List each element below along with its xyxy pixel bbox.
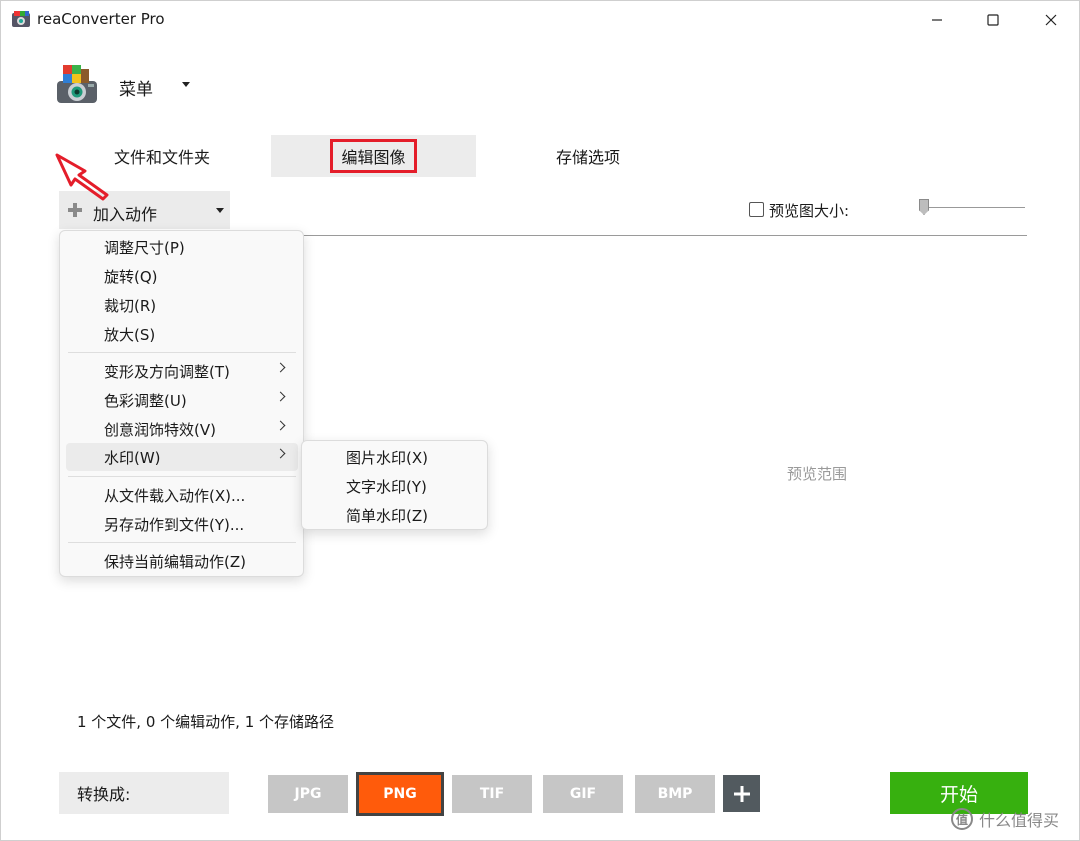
format-label: GIF xyxy=(569,786,597,802)
add-action-menu: 调整尺寸(P) 旋转(Q) 裁切(R) 放大(S) 变形及方向调整(T) 色彩调… xyxy=(59,230,304,577)
menu-item-label: 另存动作到文件(Y)... xyxy=(104,515,245,534)
menu-item-load-actions[interactable]: 从文件载入动作(X)... xyxy=(66,481,298,509)
watermark-logo-icon: 值 xyxy=(951,808,973,830)
menu-item-save-actions[interactable]: 另存动作到文件(Y)... xyxy=(66,510,298,538)
menu-separator xyxy=(68,542,296,543)
menu-item-label: 裁切(R) xyxy=(104,296,157,315)
maximize-icon xyxy=(987,14,999,26)
tab-label: 存储选项 xyxy=(555,148,620,167)
tab-label: 文件和文件夹 xyxy=(113,148,210,167)
add-format-button[interactable] xyxy=(723,775,760,812)
chevron-right-icon xyxy=(275,420,286,431)
chevron-down-icon[interactable] xyxy=(182,82,190,87)
start-label: 开始 xyxy=(939,783,978,806)
minimize-button[interactable] xyxy=(909,1,965,39)
menu-item-crop[interactable]: 裁切(R) xyxy=(66,291,298,319)
add-action-label: 加入动作 xyxy=(93,205,158,224)
menu-item-rotate[interactable]: 旋转(Q) xyxy=(66,262,298,290)
divider xyxy=(301,235,1027,236)
menu-item-label: 放大(S) xyxy=(104,325,156,344)
menu-item-label: 色彩调整(U) xyxy=(104,391,187,410)
format-button-jpg[interactable]: JPG xyxy=(268,775,348,813)
app-window: reaConverter Pro 菜单 文件和文件夹 编辑图像 存储选项 加入动… xyxy=(0,0,1080,841)
status-summary: 1 个文件, 0 个编辑动作, 1 个存储路径 xyxy=(77,713,335,731)
menu-item-label: 保持当前编辑动作(Z) xyxy=(104,552,246,571)
tab-label: 编辑图像 xyxy=(330,139,417,173)
menu-item-watermark[interactable]: 水印(W) xyxy=(66,443,298,471)
menu-item-label: 变形及方向调整(T) xyxy=(104,362,230,381)
menu-separator xyxy=(68,476,296,477)
menu-separator xyxy=(68,352,296,353)
preview-size-slider-track[interactable] xyxy=(919,207,1025,208)
annotation-arrow-icon xyxy=(55,153,109,201)
menu-item-enlarge[interactable]: 放大(S) xyxy=(66,320,298,348)
chevron-right-icon xyxy=(275,391,286,402)
format-label: BMP xyxy=(657,786,693,802)
format-label: JPG xyxy=(294,786,322,802)
preview-size-label: 预览图大小: xyxy=(769,202,850,220)
convert-to-text: 转换成: xyxy=(77,785,131,804)
preview-area-placeholder: 预览范围 xyxy=(787,465,848,483)
menu-item-label: 从文件载入动作(X)... xyxy=(104,486,246,505)
menu-item-label: 图片水印(X) xyxy=(346,448,428,467)
chevron-down-icon xyxy=(216,208,224,213)
convert-to-label: 转换成: xyxy=(59,772,229,814)
menu-item-text-watermark[interactable]: 文字水印(Y) xyxy=(308,472,483,500)
menu-item-label: 调整尺寸(P) xyxy=(104,238,185,257)
tab-edit-images[interactable]: 编辑图像 xyxy=(271,135,476,177)
menu-item-label: 文字水印(Y) xyxy=(346,477,427,496)
format-button-tif[interactable]: TIF xyxy=(452,775,532,813)
watermark-submenu: 图片水印(X) 文字水印(Y) 简单水印(Z) xyxy=(301,440,488,530)
watermark-text: 什么值得买 xyxy=(979,811,1060,830)
menu-item-transform[interactable]: 变形及方向调整(T) xyxy=(66,357,298,385)
chevron-right-icon xyxy=(275,362,286,373)
format-button-gif[interactable]: GIF xyxy=(543,775,623,813)
title-bar: reaConverter Pro xyxy=(1,1,1079,39)
format-button-png[interactable]: PNG xyxy=(356,772,444,816)
minimize-icon xyxy=(932,19,942,21)
menu-item-creative-effects[interactable]: 创意润饰特效(V) xyxy=(66,415,298,443)
menu-item-label: 旋转(Q) xyxy=(104,267,158,286)
preview-size-checkbox[interactable] xyxy=(749,202,764,217)
menu-item-label: 水印(W) xyxy=(104,448,161,467)
app-menu-label[interactable]: 菜单 xyxy=(119,75,153,100)
menu-item-simple-watermark[interactable]: 简单水印(Z) xyxy=(308,501,483,529)
menu-item-image-watermark[interactable]: 图片水印(X) xyxy=(308,443,483,471)
plus-icon xyxy=(68,203,82,217)
reaconverter-logo-icon[interactable] xyxy=(55,63,99,105)
tab-save-options[interactable]: 存储选项 xyxy=(481,135,695,177)
close-icon xyxy=(1045,14,1057,26)
preview-size-slider-thumb[interactable] xyxy=(919,199,929,215)
menu-item-color-adjust[interactable]: 色彩调整(U) xyxy=(66,386,298,414)
menu-item-label: 简单水印(Z) xyxy=(346,506,428,525)
reaconverter-app-icon xyxy=(12,11,30,27)
format-label: PNG xyxy=(383,786,417,802)
format-label: TIF xyxy=(479,786,505,802)
close-button[interactable] xyxy=(1023,1,1079,39)
window-title: reaConverter Pro xyxy=(37,10,165,28)
maximize-button[interactable] xyxy=(965,1,1021,39)
format-button-bmp[interactable]: BMP xyxy=(635,775,715,813)
plus-icon xyxy=(733,785,750,802)
menu-item-resize[interactable]: 调整尺寸(P) xyxy=(66,233,298,261)
chevron-right-icon xyxy=(275,448,286,459)
menu-item-keep-actions[interactable]: 保持当前编辑动作(Z) xyxy=(66,547,298,575)
menu-item-label: 创意润饰特效(V) xyxy=(104,420,216,439)
site-watermark: 值 什么值得买 xyxy=(951,807,1059,831)
